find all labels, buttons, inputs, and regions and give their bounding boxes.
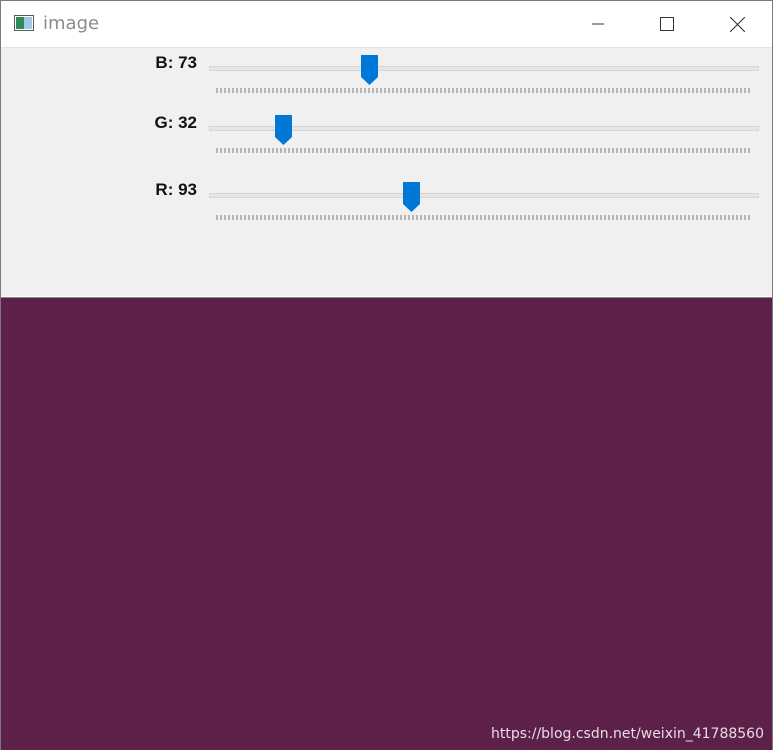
image-window-icon: [14, 15, 34, 31]
window-title: image: [43, 13, 100, 34]
trackbar-thumb-r[interactable]: [402, 182, 420, 212]
maximize-button[interactable]: [644, 1, 690, 47]
minimize-icon: [592, 18, 604, 30]
trackbar-ticks-r: [216, 215, 751, 220]
trackbar-panel: B: 73 G: 32 R: 93: [1, 48, 772, 296]
maximize-icon: [660, 17, 674, 31]
trackbar-ticks-b: [216, 88, 751, 93]
minimize-button[interactable]: [575, 1, 621, 47]
trackbar-label-b: B: 73: [155, 53, 197, 72]
close-button[interactable]: [714, 1, 760, 47]
trackbar-thumb-b[interactable]: [360, 55, 378, 85]
trackbar-r: R: 93: [1, 175, 772, 235]
trackbar-b: B: 73: [1, 48, 772, 108]
trackbar-track-r[interactable]: [209, 193, 759, 198]
trackbar-track-b[interactable]: [209, 66, 759, 71]
trackbar-ticks-g: [216, 148, 751, 153]
app-window: image B: 73 G: 32 R: 93 https://blog.csd…: [0, 0, 773, 750]
close-icon: [729, 16, 745, 32]
trackbar-label-r: R: 93: [155, 180, 197, 199]
color-preview-canvas: https://blog.csdn.net/weixin_41788560: [1, 297, 772, 750]
trackbar-g: G: 32: [1, 108, 772, 168]
trackbar-thumb-g[interactable]: [274, 115, 292, 145]
watermark-text: https://blog.csdn.net/weixin_41788560: [490, 726, 764, 742]
title-bar[interactable]: image: [1, 1, 772, 48]
trackbar-label-g: G: 32: [154, 113, 197, 132]
